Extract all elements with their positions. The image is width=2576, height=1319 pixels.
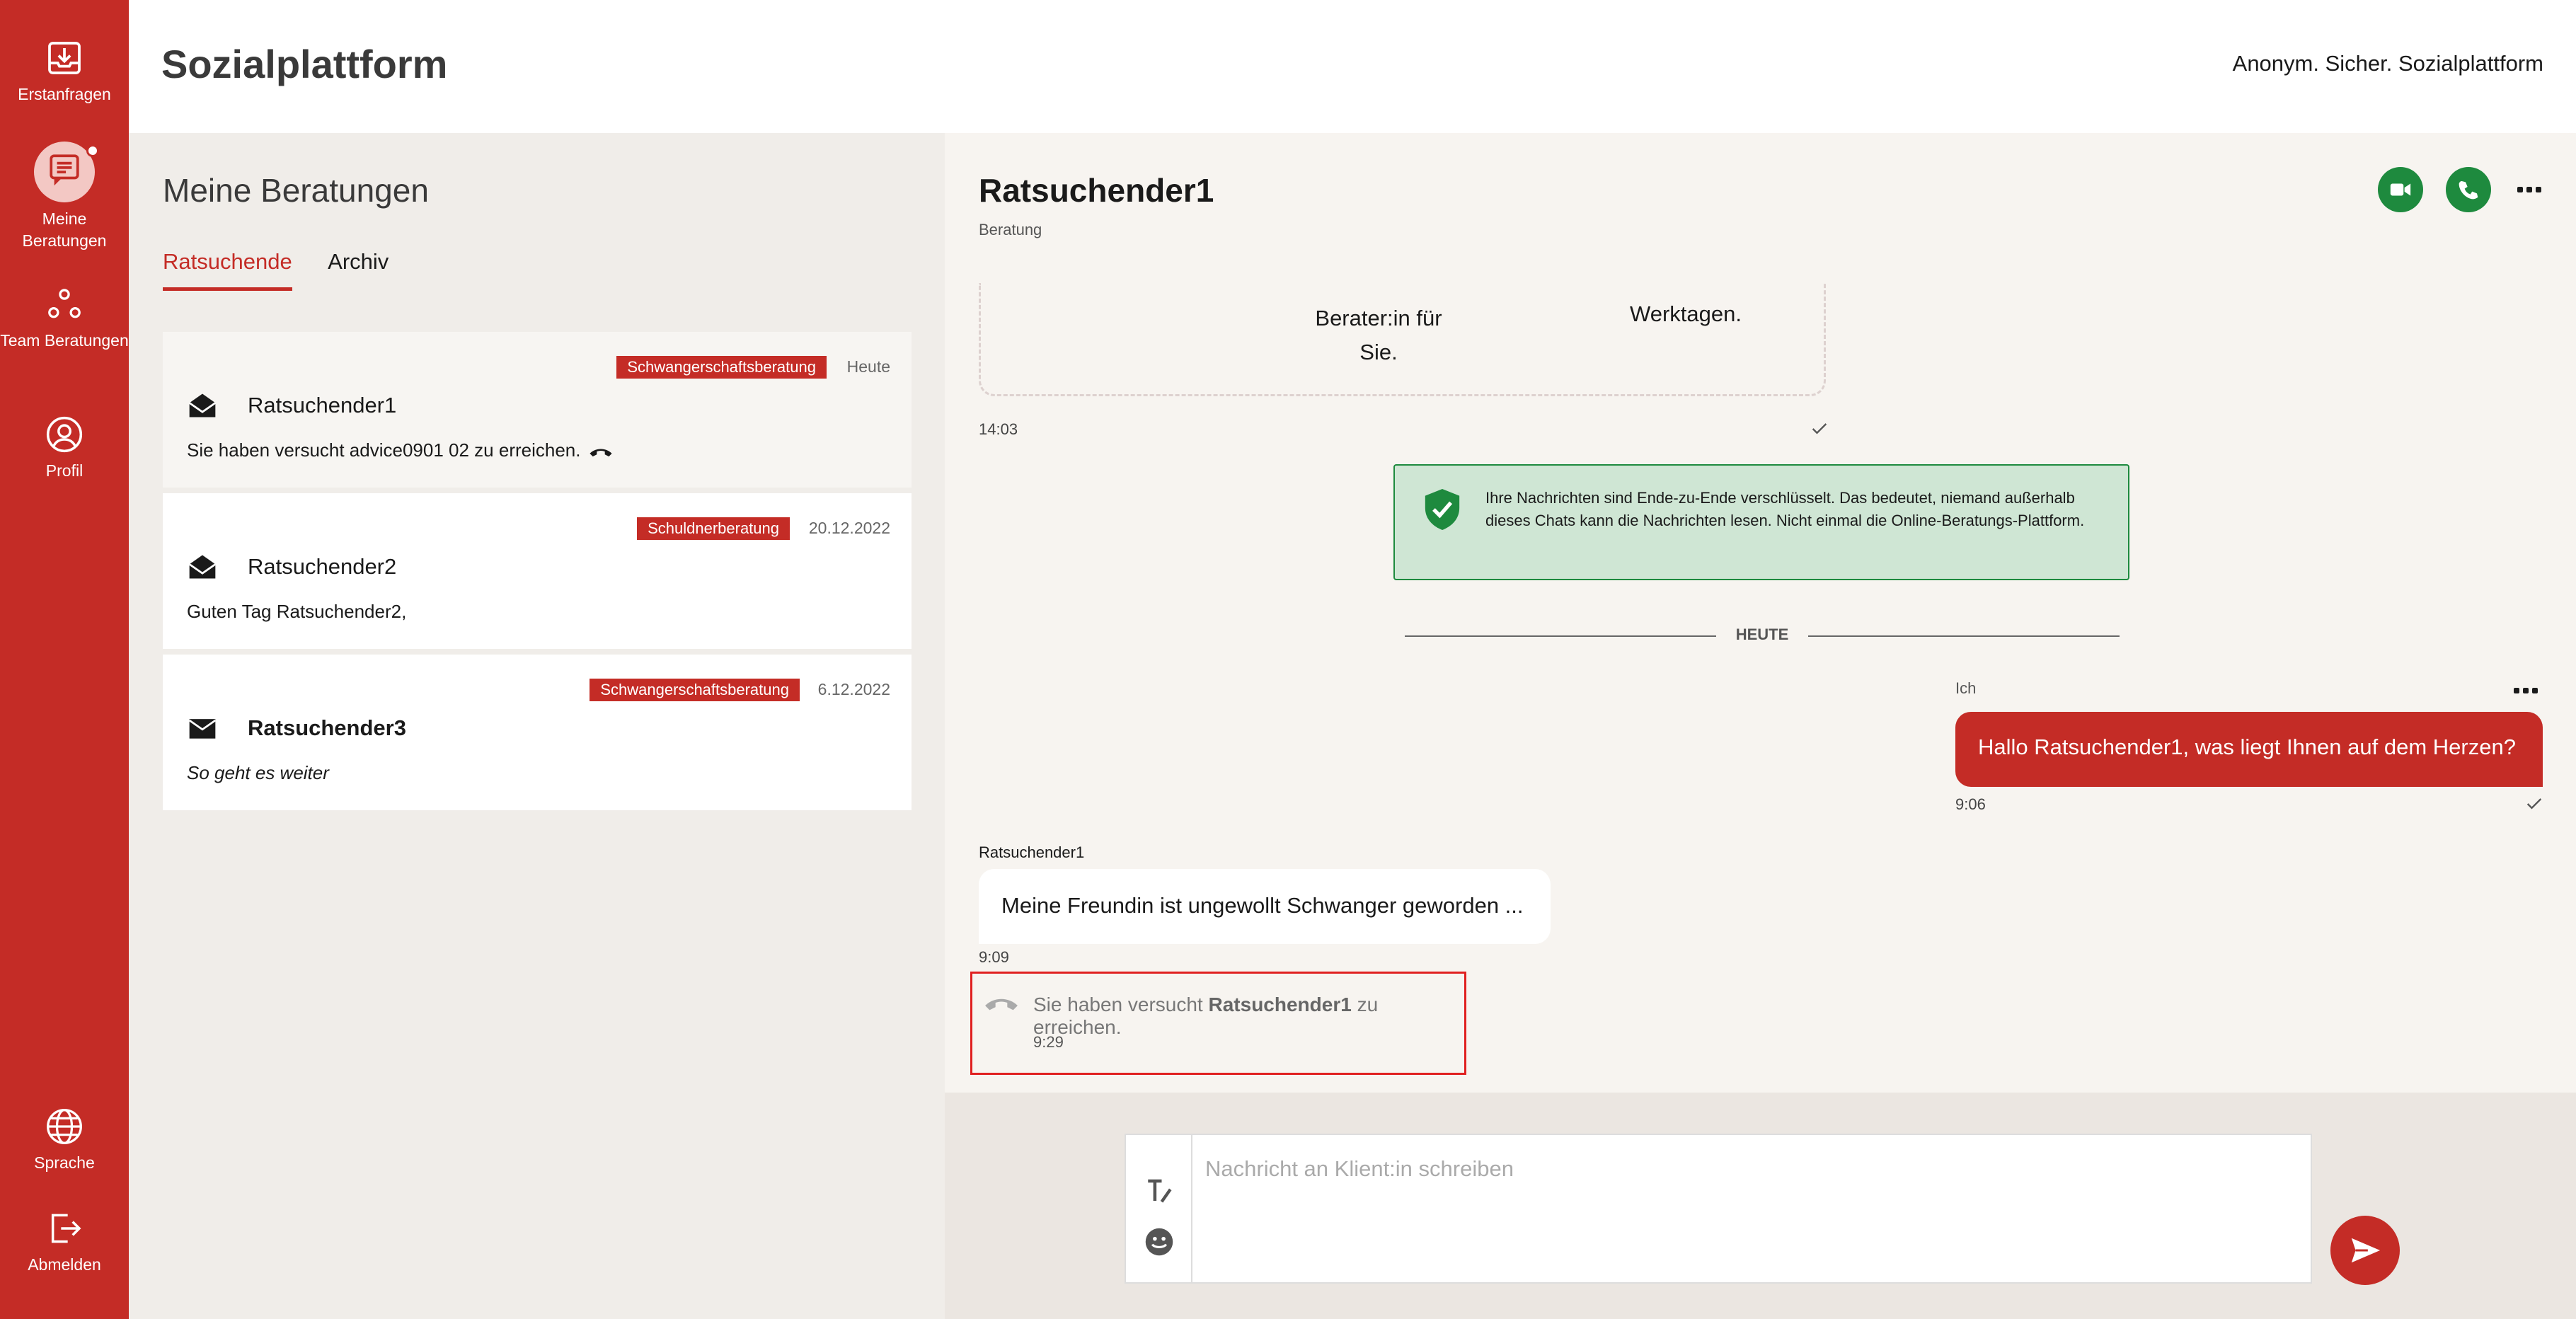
session-tabs: Ratsuchende Archiv: [163, 249, 421, 291]
info-message-box: Berater:in für Sie. Werktagen.: [979, 283, 1826, 396]
session-date: 6.12.2022: [817, 680, 890, 698]
session-list-panel: Meine Beratungen Ratsuchende Archiv Schw…: [129, 133, 945, 1319]
more-dot: [2514, 688, 2519, 693]
topic-badge: Schwangerschaftsberatung: [616, 356, 827, 379]
composer-tools: [1126, 1135, 1192, 1282]
e2e-notice: Ihre Nachrichten sind Ende-zu-Ende versc…: [1393, 464, 2129, 580]
video-camera-icon: [2390, 183, 2411, 196]
nav-team-beratungen-label: Team Beratungen: [0, 331, 129, 350]
session-card[interactable]: Schuldnerberatung 20.12.2022 Ratsuchende…: [163, 493, 912, 649]
session-date: 20.12.2022: [808, 519, 890, 537]
message-time: 9:09: [979, 948, 1009, 966]
nav-erstanfragen-label: Erstanfragen: [18, 85, 111, 103]
emoji-icon[interactable]: [1144, 1227, 1174, 1257]
missed-call-text: Sie haben versucht Ratsuchender1 zu erre…: [1033, 993, 1464, 1039]
date-divider: HEUTE: [1405, 626, 2120, 645]
message-time: 14:03: [979, 420, 1018, 438]
shield-check-icon: [1425, 489, 1460, 530]
chat-title: Ratsuchender1: [979, 172, 1214, 209]
nav-sprache-label: Sprache: [34, 1153, 95, 1172]
session-preview: Guten Tag Ratsuchender2,: [187, 601, 407, 622]
nav-profil-label: Profil: [45, 461, 84, 480]
message-options-button[interactable]: [2509, 678, 2543, 703]
chat-bubble-icon: [50, 154, 79, 186]
missed-call-notice: Sie haben versucht Ratsuchender1 zu erre…: [970, 972, 1466, 1075]
send-button[interactable]: [2330, 1216, 2400, 1285]
e2e-notice-text: Ihre Nachrichten sind Ende-zu-Ende versc…: [1485, 489, 2085, 529]
envelope-open-icon: [188, 393, 217, 417]
nav-abmelden-label: Abmelden: [28, 1255, 101, 1274]
app-brand: Sozialplattform: [161, 42, 448, 86]
more-options-button[interactable]: [2512, 177, 2546, 202]
chat-subtitle: Beratung: [979, 221, 1042, 238]
text-format-icon[interactable]: [1144, 1176, 1174, 1206]
phone-icon: [2459, 181, 2478, 200]
message-time: 9:06: [1955, 795, 1986, 813]
their-message-sender: Ratsuchender1: [979, 843, 1085, 861]
topic-badge: Schwangerschaftsberatung: [590, 679, 800, 701]
topic-badge: Schuldnerberatung: [637, 517, 790, 540]
nav-team-beratungen[interactable]: Team Beratungen: [0, 284, 129, 352]
missed-call-name: Ratsuchender1: [1208, 993, 1352, 1015]
info-text-left: Berater:in für Sie.: [1315, 306, 1442, 364]
hangup-icon: [985, 998, 1018, 1010]
date-divider-label: HEUTE: [1735, 626, 1789, 643]
more-dot: [2532, 688, 2538, 693]
video-call-button[interactable]: [2378, 167, 2423, 212]
session-date: Heute: [846, 357, 890, 376]
team-icon: [48, 289, 81, 318]
divider-line: [1808, 635, 2120, 637]
nav-sprache[interactable]: Sprache: [0, 1107, 129, 1174]
info-text-right: Werktagen.: [1630, 301, 1742, 326]
their-message-bubble: Meine Freundin ist ungewollt Schwanger g…: [979, 869, 1551, 944]
voice-call-button[interactable]: [2446, 167, 2491, 212]
app-tagline: Anonym. Sicher. Sozialplattform: [2232, 51, 2543, 76]
session-preview: So geht es weiter: [187, 762, 329, 783]
message-input[interactable]: [1192, 1135, 2311, 1282]
missed-call-prefix: Sie haben versucht: [1033, 993, 1203, 1015]
nav-abmelden[interactable]: Abmelden: [0, 1209, 129, 1276]
session-preview: Sie haben versucht advice0901 02 zu erre…: [187, 439, 613, 461]
nav-profil[interactable]: Profil: [0, 415, 129, 482]
globe-icon: [47, 1109, 82, 1144]
checkmark-icon: [2526, 798, 2542, 810]
checkmark-icon: [1812, 423, 1827, 434]
session-preview-text: Sie haben versucht advice0901 02 zu erre…: [187, 439, 581, 461]
logout-icon: [51, 1214, 81, 1243]
tab-ratsuchende[interactable]: Ratsuchende: [163, 249, 292, 291]
tab-archiv[interactable]: Archiv: [328, 249, 389, 287]
session-name: Ratsuchender3: [248, 715, 406, 740]
inbox-download-icon: [48, 42, 81, 74]
composer-area: [945, 1093, 2576, 1319]
session-list-title: Meine Beratungen: [163, 172, 429, 209]
my-message-bubble: Hallo Ratsuchender1, was liegt Ihnen auf…: [1955, 712, 2543, 787]
nav-meine-beratungen-label: Meine Beratungen: [22, 209, 107, 250]
session-name: Ratsuchender2: [248, 554, 397, 579]
message-composer: [1125, 1134, 2312, 1284]
session-cards: Schwangerschaftsberatung Heute Ratsuchen…: [163, 332, 912, 816]
app-header: Sozialplattform Anonym. Sicher. Sozialpl…: [129, 0, 2576, 133]
hangup-icon: [590, 449, 612, 457]
nav-erstanfragen[interactable]: Erstanfragen: [0, 38, 129, 105]
envelope-open-icon: [188, 555, 217, 579]
notification-dot: [86, 144, 99, 157]
session-name: Ratsuchender1: [248, 393, 397, 417]
nav-meine-beratungen[interactable]: Meine Beratungen: [0, 142, 129, 252]
session-card[interactable]: Schwangerschaftsberatung Heute Ratsuchen…: [163, 332, 912, 488]
my-message-sender: Ich: [1955, 679, 1977, 697]
user-circle-icon: [46, 416, 83, 453]
send-icon: [2351, 1238, 2381, 1263]
more-dot: [2536, 187, 2541, 192]
more-dot: [2526, 187, 2532, 192]
main-navigation: Erstanfragen Meine Beratungen Team Berat…: [0, 0, 129, 1319]
session-card[interactable]: Schwangerschaftsberatung 6.12.2022 Ratsu…: [163, 655, 912, 810]
divider-line: [1405, 635, 1716, 637]
envelope-closed-icon: [188, 719, 217, 739]
more-dot: [2523, 688, 2529, 693]
more-dot: [2517, 187, 2523, 192]
nav-active-indicator: [34, 142, 99, 202]
missed-call-time: 9:29: [1033, 1033, 1064, 1051]
